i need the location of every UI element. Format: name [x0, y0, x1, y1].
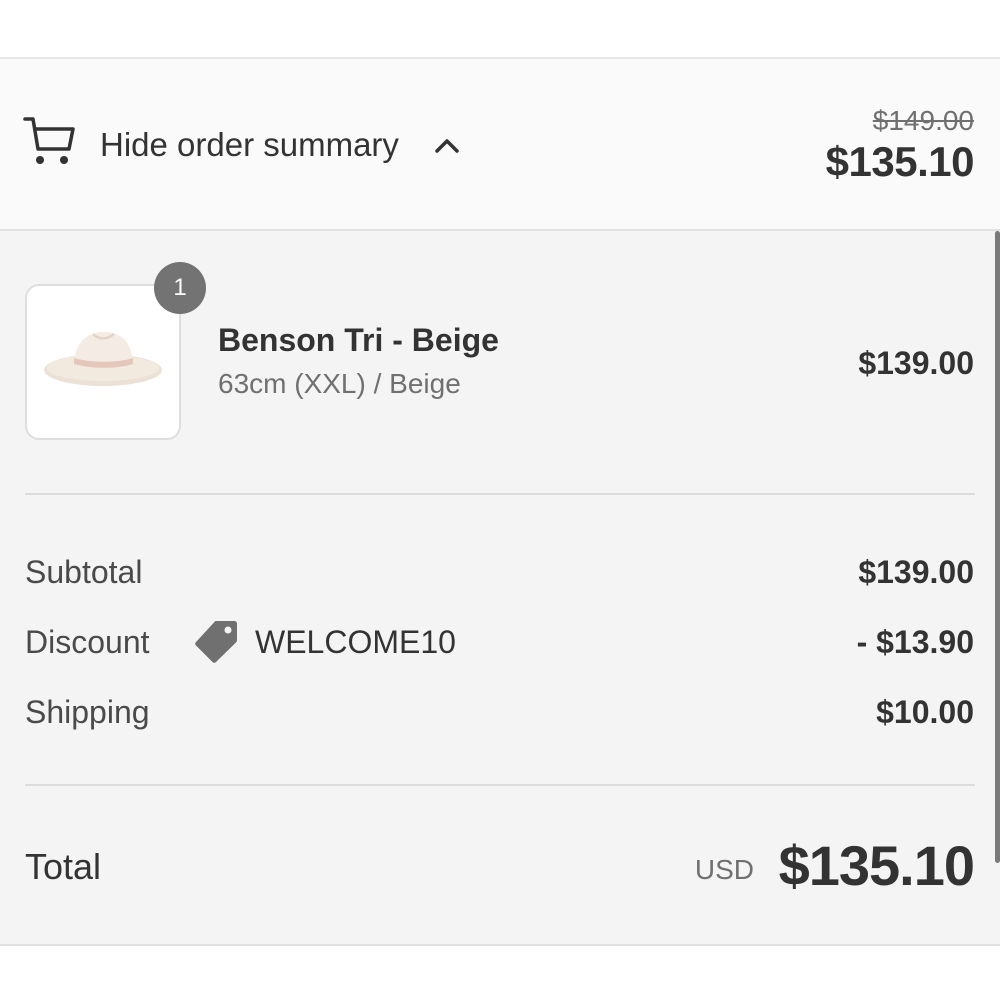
product-variant: 63cm (XXL) / Beige	[218, 368, 461, 399]
shipping-label: Shipping	[25, 694, 150, 730]
divider	[25, 493, 975, 495]
shipping-value: $10.00	[876, 694, 974, 730]
total-value: $135.10	[778, 834, 975, 897]
product-price: $139.00	[858, 345, 974, 381]
total-label: Total	[25, 846, 102, 887]
scrollbar[interactable]	[995, 231, 1000, 863]
product-name: Benson Tri - Beige	[218, 322, 499, 358]
quantity-badge: 1	[154, 262, 206, 314]
header-total-price: $135.10	[825, 138, 975, 185]
chevron-up-icon[interactable]	[433, 134, 461, 156]
toggle-summary-label[interactable]: Hide order summary	[100, 124, 399, 166]
subtotal-value: $139.00	[858, 554, 974, 590]
tag-icon	[195, 621, 237, 663]
divider	[25, 784, 975, 786]
original-price: $149.00	[872, 105, 974, 136]
cart-icon	[23, 117, 75, 164]
subtotal-label: Subtotal	[25, 554, 143, 590]
hat-image	[44, 332, 162, 386]
product-thumbnail	[25, 284, 181, 440]
discount-value: - $13.90	[856, 624, 974, 660]
discount-code: WELCOME10	[255, 624, 456, 660]
discount-label: Discount	[25, 624, 150, 660]
currency-code: USD	[694, 854, 754, 885]
top-bar	[0, 0, 1000, 59]
